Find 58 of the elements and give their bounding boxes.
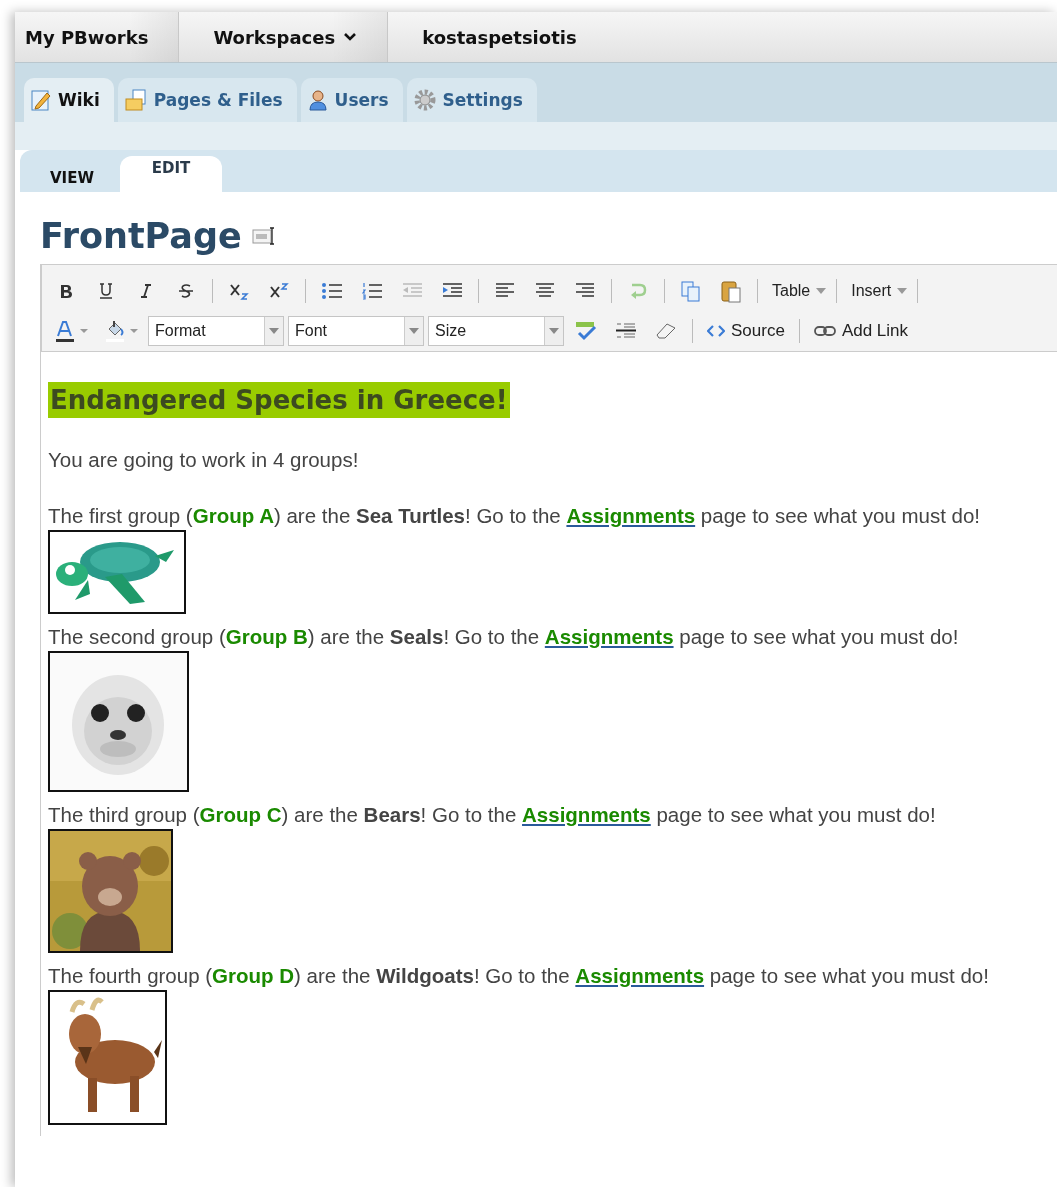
italic-icon [140, 283, 152, 299]
paragraph: The fourth group (Group D) are the Wildgoats! Go to the Assignments page to see what you must do! [48, 964, 990, 988]
rename-icon[interactable] [251, 226, 276, 246]
gear-icon [412, 88, 437, 112]
caret-icon [549, 328, 559, 334]
underline-icon [99, 282, 113, 300]
numbered-list-icon [361, 282, 383, 300]
nav-tab[interactable]: Settings [406, 78, 537, 122]
folder-page-icon [123, 88, 148, 112]
align-left-icon [495, 282, 515, 300]
add-link-button[interactable]: Add Link [807, 321, 915, 341]
bulleted-list-icon [321, 282, 343, 300]
mode-tab[interactable]: VIEW [24, 162, 120, 192]
toolbar-menu[interactable]: Table [766, 282, 833, 300]
outdent-icon [401, 282, 423, 300]
text-color-icon [54, 319, 88, 343]
nav-tab[interactable]: Users [300, 78, 403, 122]
caret-icon [897, 288, 908, 294]
nav-tab[interactable]: Pages & Files [117, 78, 297, 122]
user-icon [306, 88, 329, 112]
superscript-icon [269, 282, 289, 300]
caret-icon [409, 328, 419, 334]
nav-tab[interactable]: Wiki [24, 78, 114, 122]
paragraph: You are going to work in 4 groups! [48, 448, 360, 472]
assignments-link[interactable]: Assignments [566, 504, 696, 527]
align-center-icon [535, 282, 555, 300]
caret-icon [816, 288, 827, 294]
assignments-link[interactable]: Assignments [575, 964, 705, 987]
assignments-link[interactable]: Assignments [522, 803, 651, 826]
bold-icon [59, 283, 73, 299]
dropdown-select[interactable]: Size [428, 316, 564, 346]
strikethrough-icon [178, 283, 194, 299]
paragraph: The third group (Group C) are the Bears! Go to the Assignments page to see what you must do! [48, 803, 937, 827]
horizontal-rule-icon [615, 321, 637, 341]
align-right-icon [575, 282, 595, 300]
eraser-icon [655, 322, 677, 340]
copy-icon [680, 280, 702, 302]
chain-link-icon [813, 325, 836, 337]
section-heading: Endangered Species in Greece! [48, 382, 510, 418]
paint-bucket-icon [104, 319, 138, 343]
spellcheck-icon [574, 320, 598, 342]
paragraph: The first group (Group A) are the Sea Turtles! Go to the Assignments page to see what you must do! [48, 504, 982, 528]
chevron-icon [343, 32, 358, 42]
dropdown-select[interactable]: Format [148, 316, 284, 346]
breadcrumb-link[interactable]: kostaspetsiotis [412, 12, 607, 62]
clipboard-icon [720, 279, 742, 303]
code-icon [707, 325, 725, 337]
page-title: FrontPage [40, 216, 242, 256]
pencil-page-icon [30, 88, 52, 112]
caret-icon [269, 328, 279, 334]
assignments-link[interactable]: Assignments [544, 625, 674, 648]
indent-icon [441, 282, 463, 300]
source-button[interactable]: Source [701, 321, 791, 341]
subscript-icon [229, 282, 249, 300]
dropdown-select[interactable]: Font [288, 316, 424, 346]
mode-tab[interactable]: EDIT [120, 156, 222, 192]
paragraph: The second group (Group B) are the Seals! Go to the Assignments page to see what you must do! [48, 625, 960, 649]
toolbar-menu[interactable]: Insert [845, 282, 914, 300]
